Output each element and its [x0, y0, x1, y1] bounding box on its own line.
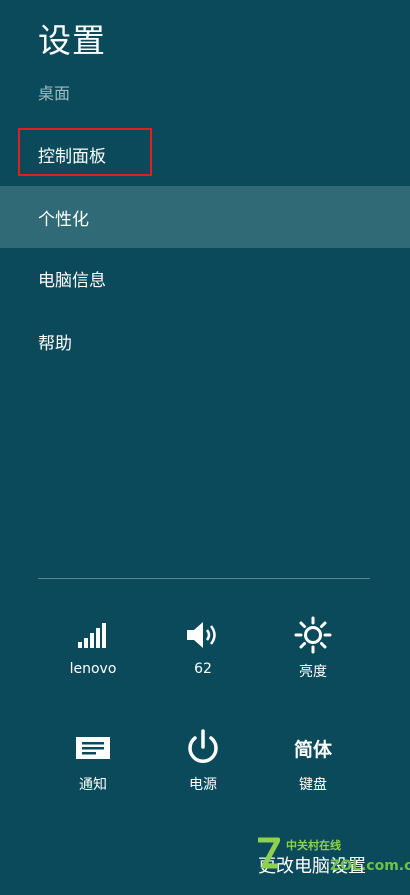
watermark-url: ZOL.com.cn — [330, 858, 410, 874]
brightness-tile[interactable]: 亮度 — [268, 615, 358, 681]
menu-item-help[interactable]: 帮助 — [0, 318, 410, 364]
highlight-box — [18, 128, 152, 176]
volume-label: 62 — [194, 661, 212, 677]
settings-subtitle: 桌面 — [38, 84, 71, 103]
divider — [38, 578, 370, 579]
menu-item-label: 帮助 — [38, 333, 72, 354]
sun-icon — [268, 615, 358, 655]
menu-item-personalize[interactable]: 个性化 — [0, 186, 410, 248]
notification-icon — [48, 728, 138, 768]
menu-item-pc-info[interactable]: 电脑信息 — [0, 255, 410, 301]
menu-item-label: 电脑信息 — [38, 270, 106, 291]
brightness-label: 亮度 — [299, 664, 327, 680]
keyboard-language: 简体 — [268, 728, 358, 768]
network-tile[interactable]: lenovo — [48, 615, 138, 677]
menu-item-label: 个性化 — [38, 209, 89, 230]
watermark-text: 中关村在线 — [286, 839, 341, 852]
speaker-icon — [158, 615, 248, 655]
keyboard-label: 键盘 — [299, 777, 327, 793]
zol-logo-icon — [256, 836, 281, 872]
power-tile[interactable]: 电源 — [158, 728, 248, 794]
notifications-label: 通知 — [79, 777, 107, 793]
signal-bars-icon — [48, 615, 138, 655]
notifications-tile[interactable]: 通知 — [48, 728, 138, 794]
settings-title: 设置 — [38, 21, 106, 60]
keyboard-tile[interactable]: 简体 键盘 — [268, 728, 358, 794]
power-label: 电源 — [189, 777, 217, 793]
keyboard-language-value: 简体 — [293, 738, 332, 761]
network-label: lenovo — [69, 661, 117, 677]
volume-tile[interactable]: 62 — [158, 615, 248, 677]
power-icon — [158, 728, 248, 768]
